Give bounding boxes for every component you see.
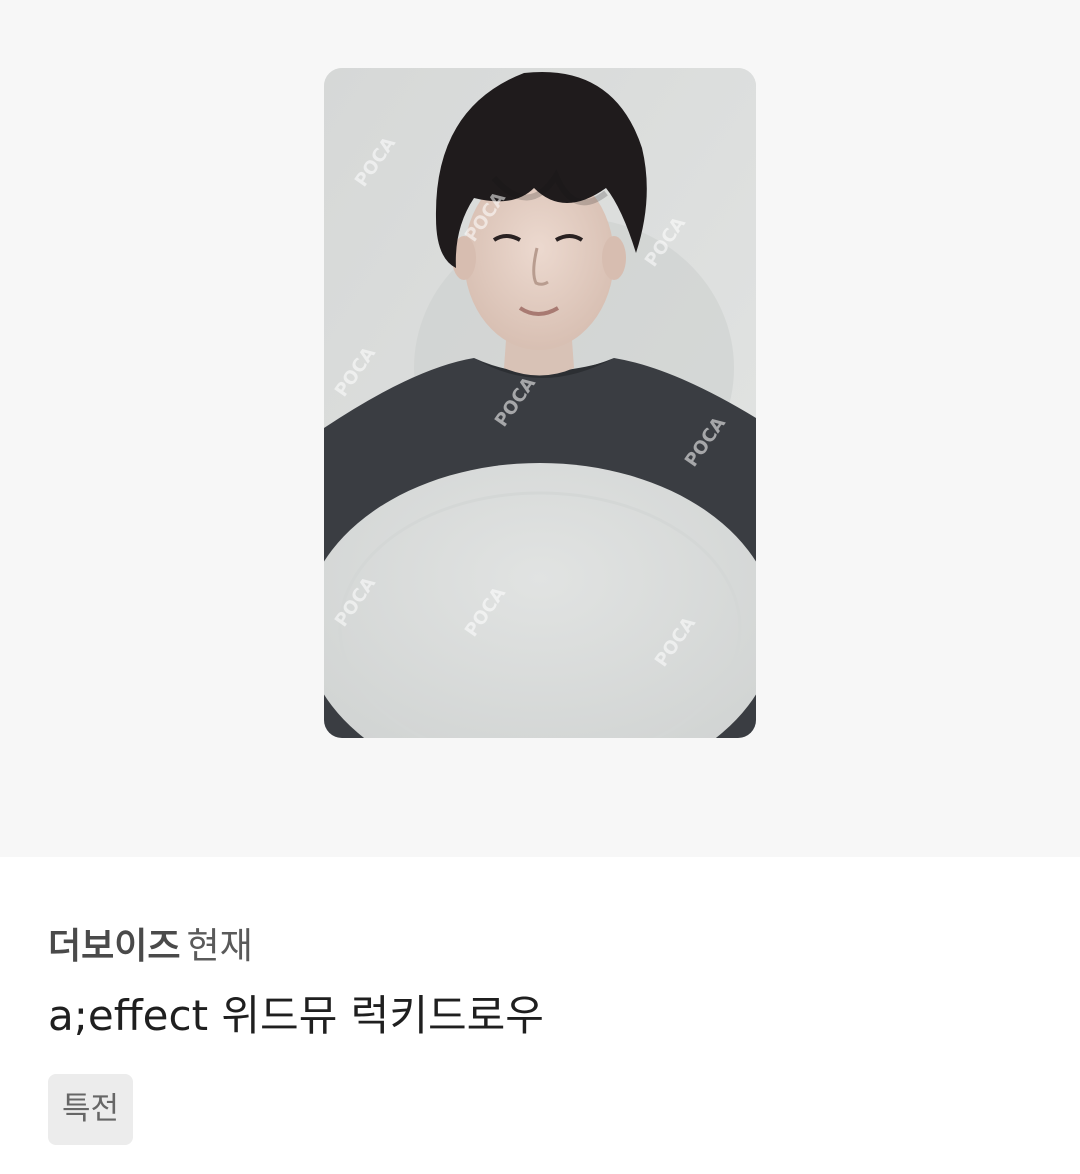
tag-badge: 특전 [48,1074,134,1145]
photocard-illustration: POCA POCA POCA POCA POCA POCA POCA POCA … [324,68,756,738]
artist-name[interactable]: 더보이즈 [48,926,180,967]
product-image-area: POCA POCA POCA POCA POCA POCA POCA POCA … [0,0,1080,857]
photocard-image[interactable]: POCA POCA POCA POCA POCA POCA POCA POCA … [324,68,756,738]
product-meta: 더보이즈 현재 [48,927,253,967]
product-title: a;effect 위드뮤 럭키드로우 [48,991,544,1040]
member-name: 현재 [186,926,253,967]
